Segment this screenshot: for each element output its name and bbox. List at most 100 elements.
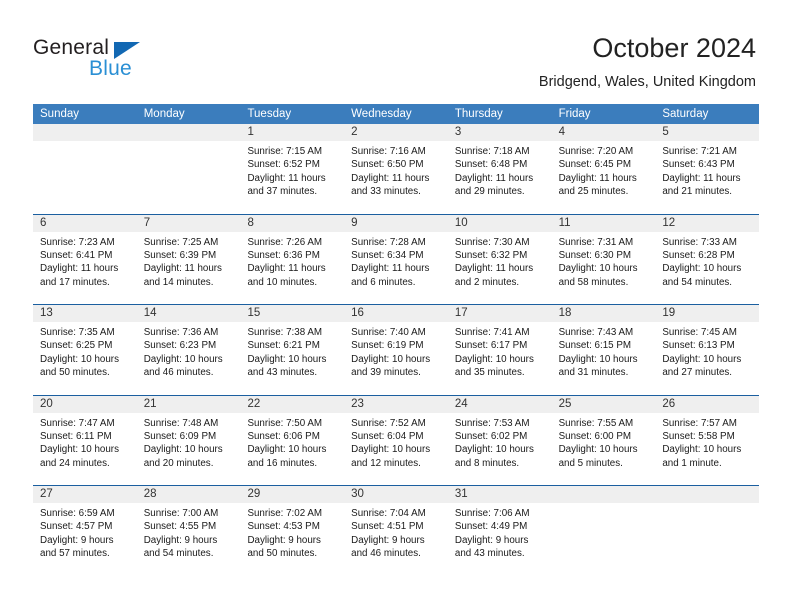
calendar-day-cell[interactable]: 25 Sunrise: 7:55 AM Sunset: 6:00 PM Dayligh… (551, 395, 656, 485)
calendar-day-cell[interactable]: 8 Sunrise: 7:26 AM Sunset: 6:36 PM Daylight… (240, 214, 345, 304)
calendar-day-cell[interactable]: 5 Sunrise: 7:21 AM Sunset: 6:43 PM Daylight… (655, 124, 760, 214)
day-details: Sunrise: 7:50 AM Sunset: 6:06 PM Daylight:… (240, 413, 344, 471)
calendar-day-cell[interactable]: 24 Sunrise: 7:53 AM Sunset: 6:02 PM Dayligh… (447, 395, 552, 485)
calendar-day-cell[interactable]: 9 Sunrise: 7:28 AM Sunset: 6:34 PM Daylight… (344, 214, 448, 304)
day-number: 5 (662, 126, 669, 138)
day-details: Sunrise: 7:41 AM Sunset: 6:17 PM Daylight:… (448, 322, 552, 380)
calendar-day-cell[interactable]: 11 Sunrise: 7:31 AM Sunset: 6:30 PM Dayligh… (551, 214, 656, 304)
day-detail-line: Sunset: 6:00 PM (558, 430, 632, 442)
day-details: Sunrise: 7:31 AM Sunset: 6:30 PM Daylight:… (552, 232, 656, 290)
day-detail-line: Sunrise: 7:31 AM (558, 236, 634, 248)
calendar-day-cell[interactable]: 30 Sunrise: 7:04 AM Sunset: 4:51 PM Dayligh… (344, 486, 448, 576)
day-detail-line: Daylight: 11 hours (351, 263, 430, 275)
day-number: 10 (454, 216, 468, 229)
calendar-day-cell[interactable]: 2 Sunrise: 7:16 AM Sunset: 6:50 PM Daylight… (344, 124, 448, 214)
day-detail-line: Sunset: 6:36 PM (247, 249, 320, 261)
day-detail-line: Sunrise: 7:48 AM (143, 417, 219, 429)
calendar-day-cell[interactable]: 14 Sunrise: 7:36 AM Sunset: 6:23 PM Dayligh… (136, 305, 241, 395)
calendar-day-cell[interactable]: 19 Sunrise: 7:45 AM Sunset: 6:13 PM Dayligh… (655, 305, 760, 395)
calendar-day-cell[interactable]: 15 Sunrise: 7:38 AM Sunset: 6:21 PM Dayligh… (240, 305, 345, 395)
day-detail-line: Daylight: 9 hours (40, 534, 114, 546)
day-details: Sunrise: 7:21 AM Sunset: 6:43 PM Daylight:… (655, 141, 759, 199)
day-detail-line: Sunset: 6:50 PM (351, 159, 424, 171)
day-details: Sunrise: 7:23 AM Sunset: 6:41 PM Daylight:… (33, 232, 137, 290)
day-detail-line: Sunrise: 7:53 AM (454, 417, 530, 429)
day-number-band: 26 (655, 395, 760, 413)
calendar-day-cell[interactable]: 6 Sunrise: 7:23 AM Sunset: 6:41 PM Daylight… (33, 214, 137, 304)
day-number-band: 23 (344, 395, 448, 413)
calendar-day-cell[interactable]: 21 Sunrise: 7:48 AM Sunset: 6:09 PM Dayligh… (136, 395, 241, 485)
day-detail-line: and 6 minutes. (351, 276, 416, 288)
day-number-band: 27 (33, 486, 137, 503)
weekday-header-wednesday: Wednesday (351, 108, 412, 120)
day-number-band: 25 (551, 395, 656, 413)
day-detail-line: and 2 minutes. (454, 276, 520, 288)
day-detail-line: Sunrise: 7:16 AM (351, 146, 426, 157)
day-details: Sunrise: 7:53 AM Sunset: 6:02 PM Daylight:… (448, 413, 552, 471)
calendar-day-cell[interactable]: 13 Sunrise: 7:35 AM Sunset: 6:25 PM Dayligh… (33, 305, 137, 395)
calendar-day-cell[interactable]: 28 Sunrise: 7:00 AM Sunset: 4:55 PM Dayligh… (136, 486, 241, 576)
calendar-day-cell[interactable]: 12 Sunrise: 7:33 AM Sunset: 6:28 PM Dayligh… (655, 214, 760, 304)
day-detail-line: and 33 minutes. (351, 186, 421, 198)
day-details: Sunrise: 7:02 AM Sunset: 4:53 PM Daylight:… (240, 503, 344, 561)
day-number: 24 (454, 397, 468, 410)
calendar-day-cell[interactable]: 31 Sunrise: 7:06 AM Sunset: 4:49 PM Dayligh… (447, 486, 552, 576)
day-detail-line: Sunrise: 7:41 AM (454, 327, 530, 338)
day-number-band: 18 (551, 305, 656, 322)
day-detail-line: Daylight: 10 hours (662, 444, 742, 456)
day-number: 25 (558, 397, 572, 410)
day-detail-line: and 31 minutes. (558, 367, 629, 379)
day-details: Sunrise: 7:30 AM Sunset: 6:32 PM Daylight:… (448, 232, 552, 290)
day-detail-line: and 24 minutes. (40, 457, 110, 469)
calendar-day-cell[interactable]: 10 Sunrise: 7:30 AM Sunset: 6:32 PM Dayligh… (447, 214, 552, 304)
calendar-day-cell[interactable]: 18 Sunrise: 7:43 AM Sunset: 6:15 PM Dayligh… (551, 305, 656, 395)
day-number: 28 (143, 488, 157, 500)
day-detail-line: and 27 minutes. (662, 367, 733, 379)
calendar-day-cell[interactable]: 1 Sunrise: 7:15 AM Sunset: 6:52 PM Daylight… (240, 124, 345, 214)
day-detail-line: and 43 minutes. (247, 367, 318, 379)
general-blue-logo[interactable]: General Blue (33, 36, 213, 84)
calendar-day-cell[interactable]: 26 Sunrise: 7:57 AM Sunset: 5:58 PM Dayligh… (655, 395, 760, 485)
day-number: 27 (40, 488, 53, 500)
day-detail-line: Daylight: 10 hours (454, 444, 534, 456)
day-details (33, 141, 137, 145)
day-number: 1 (247, 126, 254, 138)
day-details (137, 141, 241, 145)
day-details: Sunrise: 7:26 AM Sunset: 6:36 PM Daylight:… (240, 232, 344, 290)
day-number-band (136, 124, 241, 141)
day-number-band: 13 (33, 305, 137, 322)
day-detail-line: Sunset: 6:23 PM (143, 340, 217, 352)
day-detail-line: and 17 minutes. (40, 276, 110, 288)
calendar-day-cell[interactable]: 29 Sunrise: 7:02 AM Sunset: 4:53 PM Dayligh… (240, 486, 345, 576)
calendar-day-cell[interactable]: 17 Sunrise: 7:41 AM Sunset: 6:17 PM Dayligh… (447, 305, 552, 395)
day-number-band: 10 (447, 214, 552, 232)
calendar-day-cell[interactable]: 7 Sunrise: 7:25 AM Sunset: 6:39 PM Daylight… (136, 214, 241, 304)
calendar-week-row: 6 Sunrise: 7:23 AM Sunset: 6:41 PM Daylight… (33, 213, 760, 304)
day-detail-line: Sunset: 6:15 PM (558, 340, 632, 352)
calendar-day-cell[interactable]: 4 Sunrise: 7:20 AM Sunset: 6:45 PM Daylight… (551, 124, 656, 214)
day-detail-line: and 46 minutes. (351, 548, 421, 560)
page-subtitle: Bridgend, Wales, United Kingdom (538, 74, 756, 90)
day-detail-line: Sunrise: 7:38 AM (247, 327, 323, 338)
day-detail-line: and 20 minutes. (143, 457, 214, 469)
day-details: Sunrise: 7:35 AM Sunset: 6:25 PM Daylight:… (33, 322, 137, 380)
day-detail-line: and 43 minutes. (454, 548, 525, 560)
day-number: 19 (662, 307, 676, 319)
day-number: 9 (351, 216, 358, 229)
day-detail-line: Sunset: 4:57 PM (40, 521, 113, 533)
calendar-day-cell[interactable]: 22 Sunrise: 7:50 AM Sunset: 6:06 PM Dayligh… (240, 395, 345, 485)
day-detail-line: Sunset: 6:28 PM (662, 249, 735, 261)
calendar-day-cell[interactable]: 3 Sunrise: 7:18 AM Sunset: 6:48 PM Daylight… (447, 124, 552, 214)
day-detail-line: and 21 minutes. (662, 186, 733, 198)
day-detail-line: and 54 minutes. (143, 548, 214, 560)
day-detail-line: and 46 minutes. (143, 367, 214, 379)
day-detail-line: Sunset: 6:45 PM (558, 159, 632, 171)
day-detail-line: Sunrise: 7:21 AM (662, 146, 737, 157)
day-detail-line: Sunrise: 7:45 AM (662, 327, 737, 338)
page-header: General Blue October 2024 Bridgend, Wale… (0, 0, 792, 100)
calendar-day-cell[interactable]: 23 Sunrise: 7:52 AM Sunset: 6:04 PM Dayligh… (344, 395, 448, 485)
calendar-day-cell[interactable]: 20 Sunrise: 7:47 AM Sunset: 6:11 PM Dayligh… (33, 395, 137, 485)
day-details: Sunrise: 7:04 AM Sunset: 4:51 PM Daylight:… (344, 503, 448, 561)
calendar-day-cell[interactable]: 16 Sunrise: 7:40 AM Sunset: 6:19 PM Dayligh… (344, 305, 448, 395)
calendar-day-cell[interactable]: 27 Sunrise: 6:59 AM Sunset: 4:57 PM Dayligh… (33, 486, 137, 576)
